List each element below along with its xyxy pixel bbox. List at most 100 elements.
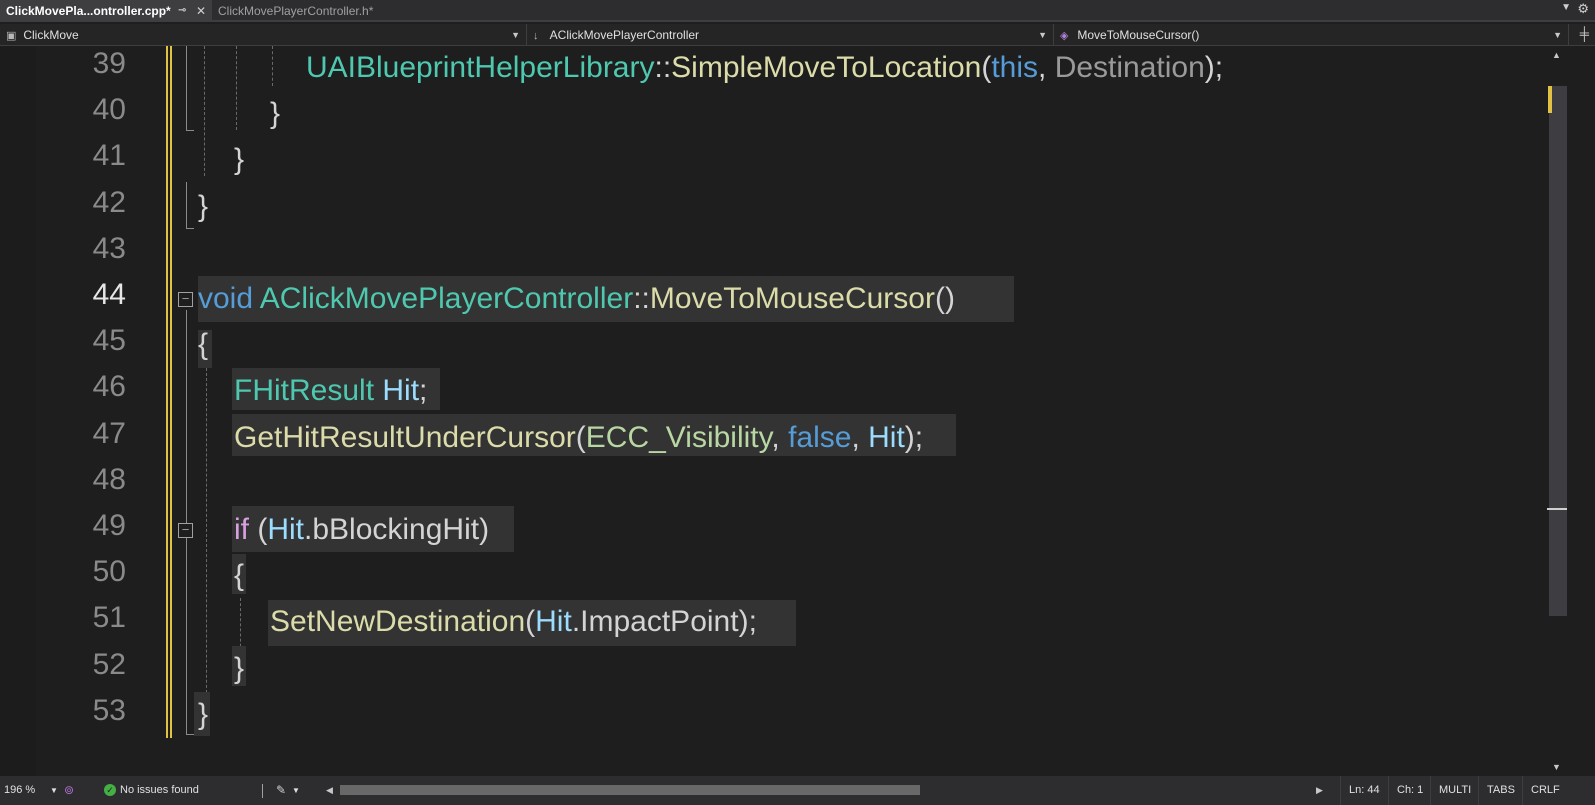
line-number: 43 bbox=[92, 231, 126, 265]
code-token: ( bbox=[575, 420, 586, 454]
chevron-down-icon[interactable]: ▼ bbox=[50, 776, 58, 805]
code-token: bBlockingHit bbox=[312, 513, 480, 546]
code-line[interactable]: { bbox=[234, 553, 244, 599]
project-dropdown[interactable]: ▣ ClickMove ▼ bbox=[0, 24, 527, 46]
code-token: Hit bbox=[382, 374, 420, 408]
intellicode-icon[interactable]: ⊚ bbox=[64, 776, 74, 805]
scope-arrow-icon: ↓ bbox=[533, 30, 539, 42]
code-token: Hit bbox=[868, 420, 905, 454]
tab-clickmoveplayercontroller-h[interactable]: ClickMovePlayerController.h* bbox=[212, 0, 418, 22]
indentation-mode[interactable]: TABS bbox=[1478, 776, 1522, 805]
code-line[interactable]: } bbox=[234, 137, 244, 183]
chevron-down-icon: ▼ bbox=[511, 30, 520, 40]
line-number: 47 bbox=[92, 416, 126, 450]
code-line[interactable]: SetNewDestination(Hit.ImpactPoint); bbox=[270, 599, 757, 645]
code-token: SetNewDestination bbox=[270, 605, 526, 639]
code-editor[interactable]: 39 40 41 42 43 44 45 46 47 48 49 50 51 52 53 − − UAIBl… bbox=[0, 46, 1571, 776]
member-dropdown[interactable]: ◈ MoveToMouseCursor() ▼ bbox=[1054, 24, 1569, 46]
selection-mode[interactable]: MULTI bbox=[1430, 776, 1478, 805]
code-token: :: bbox=[654, 51, 672, 84]
outline-bracket bbox=[186, 46, 187, 130]
code-line[interactable]: UAIBlueprintHelperLibrary::SimpleMoveToL… bbox=[306, 46, 1223, 91]
code-token: ( bbox=[249, 513, 268, 546]
tab-overflow-dropdown-icon[interactable]: ▼ bbox=[1561, 2, 1571, 13]
code-token: . bbox=[571, 605, 581, 639]
code-token: ( bbox=[525, 605, 536, 639]
line-indicator[interactable]: Ln: 44 bbox=[1340, 776, 1388, 805]
member-label: MoveToMouseCursor() bbox=[1077, 28, 1200, 42]
scroll-down-icon[interactable]: ▼ bbox=[1552, 762, 1561, 772]
code-line[interactable]: } bbox=[198, 184, 208, 230]
scroll-left-icon[interactable]: ◀ bbox=[326, 776, 333, 805]
code-token: ); bbox=[904, 420, 924, 454]
chevron-down-icon[interactable]: ▼ bbox=[292, 776, 300, 805]
code-token: FHitResult bbox=[234, 374, 375, 408]
code-token: , bbox=[771, 420, 789, 454]
code-token: Hit bbox=[267, 513, 304, 546]
code-token: { bbox=[234, 559, 245, 593]
code-line[interactable]: } bbox=[234, 646, 244, 692]
check-circle-icon: ✓ bbox=[104, 784, 116, 796]
code-token: AClickMovePlayerController bbox=[259, 282, 634, 315]
tab-label: ClickMovePla...ontroller.cpp* bbox=[6, 4, 171, 18]
code-line[interactable]: } bbox=[270, 91, 280, 137]
line-ending[interactable]: CRLF bbox=[1522, 776, 1572, 805]
scrollbar-caret-marker bbox=[1547, 508, 1567, 510]
close-icon[interactable]: ✕ bbox=[196, 0, 206, 22]
line-number: 41 bbox=[92, 139, 126, 173]
outline-bracket bbox=[186, 538, 187, 688]
code-token: Hit bbox=[535, 605, 572, 639]
scope-label: AClickMovePlayerController bbox=[549, 28, 700, 42]
scrollbar-change-marker bbox=[1548, 86, 1552, 113]
change-tracking-bar-inner bbox=[168, 46, 170, 738]
code-token: } bbox=[234, 143, 245, 177]
scroll-right-icon[interactable]: ▶ bbox=[1316, 776, 1323, 805]
line-number: 40 bbox=[92, 93, 126, 127]
scroll-up-icon[interactable]: ▲ bbox=[1552, 50, 1561, 60]
line-number: 45 bbox=[92, 324, 126, 358]
horizontal-scrollbar-thumb[interactable] bbox=[340, 785, 920, 795]
code-line[interactable]: void AClickMovePlayerController::MoveToM… bbox=[198, 276, 955, 322]
code-token: ; bbox=[419, 374, 428, 408]
line-number: 52 bbox=[92, 647, 126, 681]
code-token: { bbox=[198, 328, 209, 362]
code-token: ImpactPoint bbox=[580, 605, 739, 639]
code-token: } bbox=[234, 651, 245, 685]
code-token: if bbox=[234, 513, 249, 546]
navigation-bar: ▣ ClickMove ▼ ↓ AClickMovePlayerControll… bbox=[0, 24, 1595, 46]
tab-clickmoveplayercontroller-cpp[interactable]: ClickMovePla...ontroller.cpp* ⊸ ✕ bbox=[0, 0, 212, 22]
outline-bracket-end bbox=[186, 130, 194, 131]
scope-dropdown[interactable]: ↓ AClickMovePlayerController ▼ bbox=[527, 24, 1054, 46]
code-line[interactable]: if (Hit.bBlockingHit) bbox=[234, 507, 489, 553]
vertical-scrollbar-thumb[interactable] bbox=[1549, 86, 1567, 616]
code-line[interactable]: FHitResult Hit; bbox=[234, 368, 427, 414]
code-token: ( bbox=[981, 51, 992, 84]
outline-bracket bbox=[186, 182, 187, 228]
code-token: ); bbox=[738, 605, 757, 639]
code-token: Destination bbox=[1054, 51, 1205, 84]
brush-icon[interactable]: ✎ bbox=[276, 776, 286, 805]
code-token: this bbox=[991, 51, 1039, 84]
code-line[interactable]: } bbox=[198, 692, 208, 738]
line-number: 49 bbox=[92, 509, 126, 542]
issues-status[interactable]: No issues found bbox=[120, 776, 199, 805]
collapse-icon[interactable]: − bbox=[178, 523, 193, 538]
zoom-level[interactable]: 196 % bbox=[4, 776, 35, 805]
pin-icon[interactable]: ⊸ bbox=[178, 0, 186, 22]
code-token: } bbox=[198, 697, 209, 731]
collapse-icon[interactable]: − bbox=[178, 292, 193, 307]
split-window-icon[interactable]: ╪ bbox=[1580, 26, 1589, 41]
code-line[interactable]: { bbox=[198, 322, 208, 368]
tab-label: ClickMovePlayerController.h* bbox=[218, 4, 374, 18]
char-indicator[interactable]: Ch: 1 bbox=[1388, 776, 1430, 805]
indent-guide bbox=[206, 368, 207, 718]
gear-icon[interactable]: ⚙ bbox=[1577, 1, 1589, 17]
code-token: } bbox=[270, 97, 281, 131]
code-token: SimpleMoveToLocation bbox=[671, 51, 982, 84]
visual-studio-window: ClickMovePla...ontroller.cpp* ⊸ ✕ ClickM… bbox=[0, 0, 1595, 805]
code-token: MoveToMouseCursor bbox=[649, 282, 935, 315]
code-token: , bbox=[851, 420, 869, 454]
chevron-down-icon: ▼ bbox=[1553, 30, 1562, 40]
code-token: ) bbox=[479, 513, 490, 546]
code-line[interactable]: GetHitResultUnderCursor(ECC_Visibility, … bbox=[234, 415, 923, 461]
